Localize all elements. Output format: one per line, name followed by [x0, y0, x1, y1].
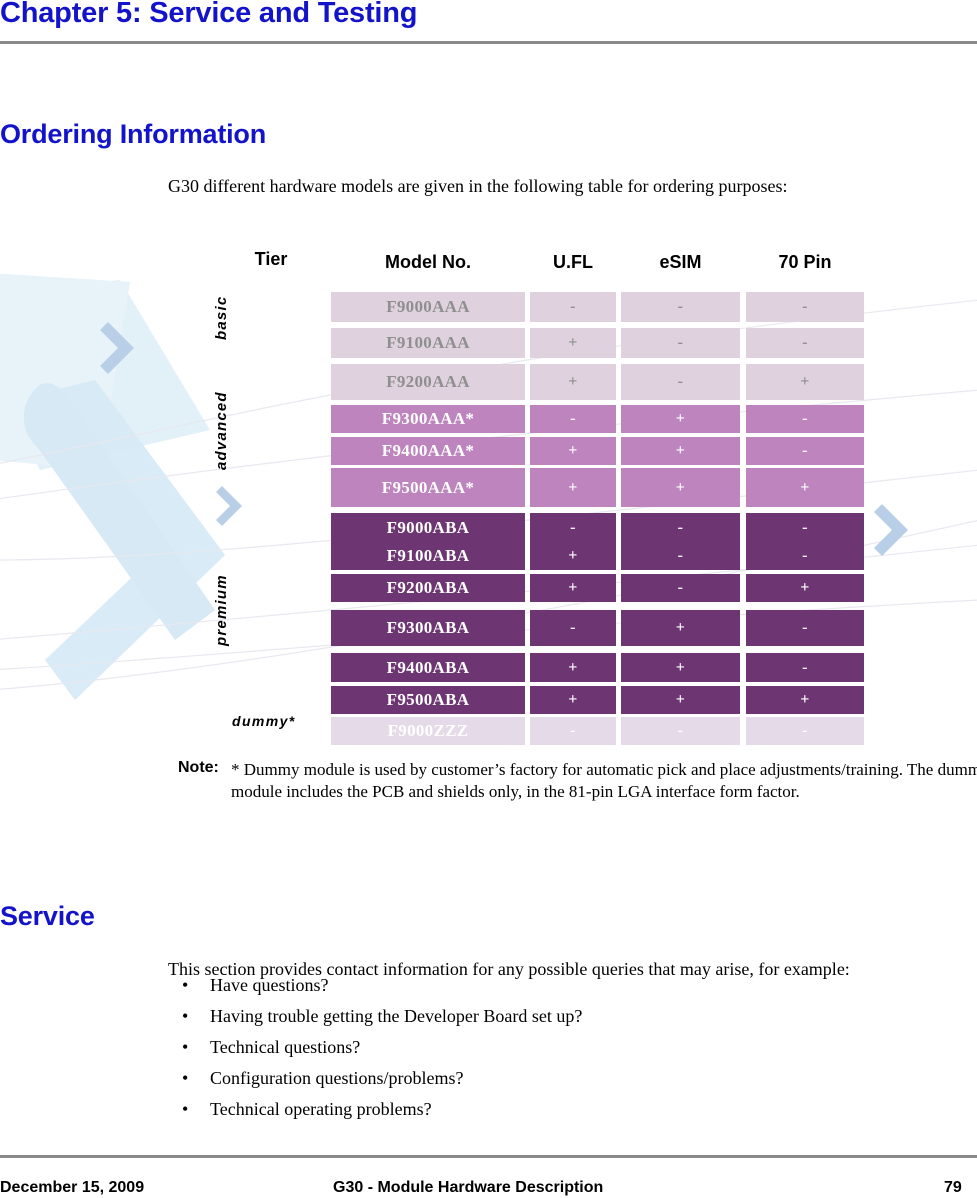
- table-cell-ufl: -: [530, 292, 616, 322]
- list-item-label: Having trouble getting the Developer Boa…: [210, 1006, 583, 1026]
- list-item: • Technical questions?: [176, 1032, 582, 1063]
- ordering-intro-paragraph: G30 different hardware models are given …: [168, 176, 788, 196]
- table-cell-model: F9200ABA: [331, 574, 525, 602]
- list-item: • Configuration questions/problems?: [176, 1063, 582, 1094]
- column-header-model-no: Model No.: [385, 252, 471, 272]
- table-cell-esim: +: [621, 686, 740, 714]
- note-text: * Dummy module is used by customer’s fac…: [231, 760, 977, 801]
- chapter-divider: [0, 41, 977, 44]
- tier-label-premium: premium: [213, 574, 230, 646]
- table-cell-esim: +: [621, 405, 740, 433]
- note-label: Note:: [178, 759, 219, 776]
- table-cell-model: F9000AAA: [331, 292, 525, 322]
- list-item-label: Technical questions?: [210, 1037, 361, 1057]
- table-cell-model: F9100ABA: [331, 542, 525, 570]
- footer-document: G30 - Module Hardware Description: [333, 1179, 604, 1196]
- table-cell-model: F9200AAA: [331, 364, 525, 400]
- table-cell-model: F9100AAA: [331, 328, 525, 358]
- section-heading-ordering-information: Ordering Information: [0, 119, 267, 150]
- table-cell-esim: +: [621, 653, 740, 682]
- table-cell-model: F9500ABA: [331, 686, 525, 714]
- table-cell-pin: -: [746, 653, 864, 682]
- table-cell-ufl: +: [530, 542, 616, 570]
- table-cell-pin: -: [746, 405, 864, 433]
- table-cell-ufl: -: [530, 405, 616, 433]
- list-item-label: Configuration questions/problems?: [210, 1068, 464, 1088]
- footer-page-number: 79: [944, 1179, 962, 1196]
- table-cell-ufl: -: [530, 513, 616, 542]
- list-item-label: Technical operating problems?: [210, 1099, 432, 1119]
- table-cell-pin: -: [746, 437, 864, 465]
- table-cell-ufl: +: [530, 574, 616, 602]
- table-cell-ufl: -: [530, 610, 616, 646]
- table-cell-pin: -: [746, 610, 864, 646]
- column-header-tier: Tier: [254, 249, 288, 269]
- table-cell-model: F9400ABA: [331, 653, 525, 682]
- tier-label-basic: basic: [213, 295, 230, 340]
- table-cell-esim: -: [621, 717, 740, 745]
- table-cell-model: F9300ABA: [331, 610, 525, 646]
- table-cell-model: F9400AAA*: [331, 437, 525, 465]
- table-cell-esim: +: [621, 610, 740, 646]
- service-bullet-list: • Have questions? • Having trouble getting …: [176, 970, 582, 1125]
- table-cell-pin: -: [746, 328, 864, 358]
- table-cell-ufl: +: [530, 328, 616, 358]
- list-item: • Technical operating problems?: [176, 1094, 582, 1125]
- table-cell-model: F9300AAA*: [331, 405, 525, 433]
- table-cell-pin: -: [746, 542, 864, 570]
- table-cell-ufl: +: [530, 468, 616, 507]
- bullet-icon: •: [182, 1037, 189, 1057]
- bullet-icon: •: [182, 1068, 189, 1088]
- table-cell-esim: +: [621, 437, 740, 465]
- list-item: • Having trouble getting the Developer Bo…: [176, 1001, 582, 1032]
- tier-label-advanced: advanced: [213, 391, 230, 470]
- table-cell-pin: +: [746, 468, 864, 507]
- chapter-title: Chapter 5: Service and Testing: [0, 0, 418, 29]
- tier-label-dummy: dummy*: [232, 713, 296, 729]
- table-cell-pin: +: [746, 686, 864, 714]
- bullet-icon: •: [182, 1099, 189, 1119]
- table-cell-model: F9000ZZZ: [331, 717, 525, 745]
- table-cell-model: F9000ABA: [331, 513, 525, 542]
- table-cell-pin: -: [746, 292, 864, 322]
- footer-divider: [0, 1155, 977, 1158]
- table-cell-ufl: +: [530, 437, 616, 465]
- table-cell-pin: +: [746, 364, 864, 400]
- table-cell-esim: -: [621, 513, 740, 542]
- column-header-ufl: U.FL: [553, 252, 593, 272]
- table-cell-ufl: +: [530, 364, 616, 400]
- footer-date: December 15, 2009: [0, 1179, 145, 1196]
- list-item: • Have questions?: [176, 970, 582, 1001]
- table-cell-esim: -: [621, 542, 740, 570]
- column-header-70-pin: 70 Pin: [778, 252, 832, 272]
- table-cell-model: F9500AAA*: [331, 468, 525, 507]
- table-cell-esim: -: [621, 574, 740, 602]
- table-cell-ufl: +: [530, 686, 616, 714]
- table-cell-esim: -: [621, 292, 740, 322]
- table-cell-esim: +: [621, 468, 740, 507]
- table-cell-esim: -: [621, 364, 740, 400]
- bullet-icon: •: [182, 1006, 189, 1026]
- table-cell-pin: -: [746, 717, 864, 745]
- table-cell-ufl: -: [530, 717, 616, 745]
- list-item-label: Have questions?: [210, 975, 329, 995]
- section-heading-service: Service: [0, 901, 95, 932]
- table-cell-pin: +: [746, 574, 864, 602]
- table-cell-ufl: +: [530, 653, 616, 682]
- column-header-esim: eSIM: [659, 252, 702, 272]
- bullet-icon: •: [182, 975, 189, 995]
- table-cell-pin: -: [746, 513, 864, 542]
- table-cell-esim: -: [621, 328, 740, 358]
